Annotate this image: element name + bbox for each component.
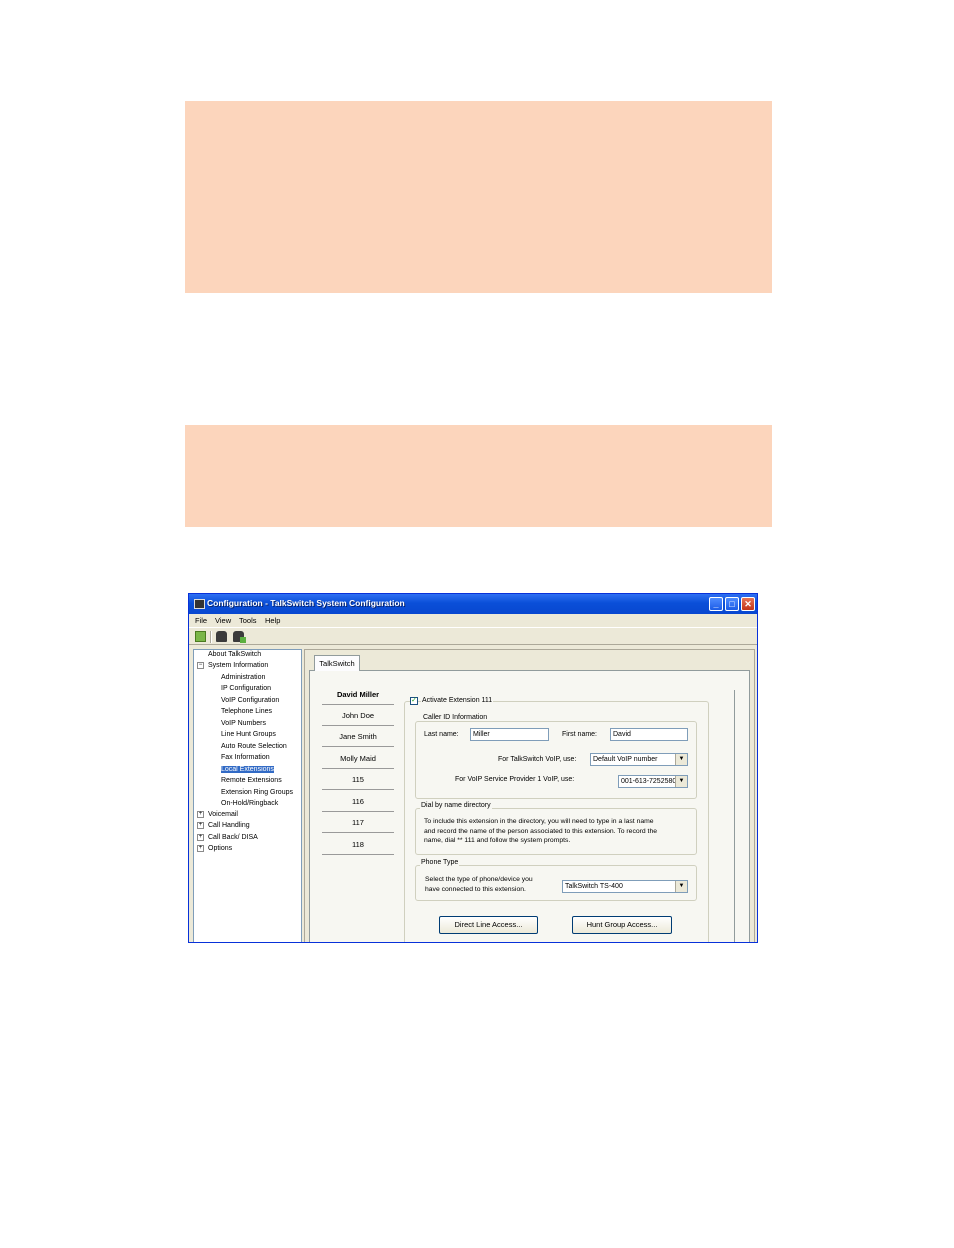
tree-item-on-hold-ringback[interactable]: On-Hold/Ringback bbox=[221, 799, 278, 808]
tree-item-options[interactable]: Options bbox=[208, 844, 232, 853]
tree-item-voip-configuration[interactable]: VoIP Configuration bbox=[221, 696, 279, 705]
first-name-input[interactable]: David bbox=[610, 728, 688, 741]
voip-provider-value: 001-613-7252580 bbox=[621, 778, 677, 785]
toolbar bbox=[189, 627, 757, 645]
extension-item-david-miller[interactable]: David Miller bbox=[322, 685, 394, 705]
toolbar-separator bbox=[210, 631, 212, 643]
tree-item-auto-route-selection[interactable]: Auto Route Selection bbox=[221, 742, 287, 751]
voip-provider-select[interactable]: 001-613-7252580 ▼ bbox=[618, 775, 688, 788]
phone-type-line-1: Select the type of phone/device you bbox=[425, 876, 533, 883]
extension-item-john-doe[interactable]: John Doe bbox=[322, 706, 394, 726]
window-title: Configuration - TalkSwitch System Config… bbox=[207, 598, 405, 608]
expand-icon[interactable]: + bbox=[197, 845, 204, 852]
menu-view[interactable]: View bbox=[215, 616, 231, 625]
minimize-button[interactable]: _ bbox=[709, 597, 723, 611]
tree-item-extension-ring-groups[interactable]: Extension Ring Groups bbox=[221, 788, 293, 797]
dial-by-name-line-3: name, dial ** 111 and follow the system … bbox=[424, 837, 571, 844]
maximize-button[interactable]: □ bbox=[725, 597, 739, 611]
dial-by-name-description: To include this extension in the directo… bbox=[424, 817, 657, 846]
dial-by-name-group-label: Dial by name directory bbox=[420, 802, 492, 809]
highlight-box-top bbox=[185, 101, 772, 293]
tree-item-about[interactable]: About TalkSwitch bbox=[208, 650, 261, 659]
dial-by-name-line-1: To include this extension in the directo… bbox=[424, 818, 654, 825]
tree-item-call-back-disa[interactable]: Call Back/ DISA bbox=[208, 833, 258, 842]
tree-item-line-hunt-groups[interactable]: Line Hunt Groups bbox=[221, 730, 276, 739]
highlight-box-middle bbox=[185, 425, 772, 527]
menu-help[interactable]: Help bbox=[265, 616, 280, 625]
voip-provider-label: For VoIP Service Provider 1 VoIP, use: bbox=[455, 776, 575, 783]
expand-icon[interactable]: + bbox=[197, 822, 204, 829]
chevron-down-icon[interactable]: ▼ bbox=[675, 776, 687, 787]
extension-item-116[interactable]: 116 bbox=[322, 792, 394, 812]
phone-type-description: Select the type of phone/device you have… bbox=[425, 875, 533, 894]
phone-type-line-2: have connected to this extension. bbox=[425, 885, 526, 893]
menu-tools[interactable]: Tools bbox=[239, 616, 257, 625]
phone-add-icon[interactable] bbox=[233, 631, 246, 643]
navigation-tree: About TalkSwitch − System Information Ad… bbox=[193, 649, 302, 942]
app-icon bbox=[194, 599, 205, 609]
tree-item-ip-configuration[interactable]: IP Configuration bbox=[221, 684, 271, 693]
phone-type-value: TalkSwitch TS-400 bbox=[565, 883, 623, 890]
last-name-label: Last name: bbox=[424, 731, 459, 738]
activate-extension-label: Activate Extension 111 bbox=[421, 697, 494, 704]
tree-item-call-handling[interactable]: Call Handling bbox=[208, 821, 250, 830]
extension-item-118[interactable]: 118 bbox=[322, 835, 394, 855]
configuration-window: Configuration - TalkSwitch System Config… bbox=[188, 593, 758, 943]
tree-item-remote-extensions[interactable]: Remote Extensions bbox=[221, 776, 282, 785]
extension-item-molly-maid[interactable]: Molly Maid bbox=[322, 749, 394, 769]
extension-item-jane-smith[interactable]: Jane Smith bbox=[322, 727, 394, 747]
tree-item-fax-information[interactable]: Fax Information bbox=[221, 753, 270, 762]
extension-item-117[interactable]: 117 bbox=[322, 813, 394, 833]
tab-talkswitch[interactable]: TalkSwitch bbox=[314, 655, 360, 671]
talkswitch-voip-label: For TalkSwitch VoIP, use: bbox=[498, 756, 577, 763]
tree-item-voip-numbers[interactable]: VoIP Numbers bbox=[221, 719, 266, 728]
phone-icon[interactable] bbox=[216, 631, 227, 642]
menu-bar: File View Tools Help bbox=[189, 614, 757, 627]
tree-item-local-extensions[interactable]: Local Extensions bbox=[221, 765, 274, 774]
tree-item-telephone-lines[interactable]: Telephone Lines bbox=[221, 707, 272, 716]
activate-extension-checkbox[interactable]: ✓ bbox=[410, 697, 418, 705]
talkswitch-voip-value: Default VoIP number bbox=[593, 756, 658, 763]
close-button[interactable]: ✕ bbox=[741, 597, 755, 611]
title-bar[interactable]: Configuration - TalkSwitch System Config… bbox=[189, 594, 757, 614]
dial-by-name-line-2: and record the name of the person associ… bbox=[424, 827, 657, 835]
first-name-label: First name: bbox=[562, 731, 598, 738]
tree-item-system-information[interactable]: System Information bbox=[208, 661, 268, 670]
last-name-input[interactable]: Miller bbox=[470, 728, 549, 741]
pane-divider bbox=[734, 690, 735, 942]
menu-file[interactable]: File bbox=[195, 616, 207, 625]
expand-icon[interactable]: + bbox=[197, 834, 204, 841]
extension-item-115[interactable]: 115 bbox=[322, 770, 394, 790]
user-icon[interactable] bbox=[195, 631, 206, 642]
tree-item-administration[interactable]: Administration bbox=[221, 673, 265, 682]
phone-type-select[interactable]: TalkSwitch TS-400 ▼ bbox=[562, 880, 688, 893]
phone-type-group-label: Phone Type bbox=[420, 859, 460, 866]
collapse-icon[interactable]: − bbox=[197, 662, 204, 669]
hunt-group-access-button[interactable]: Hunt Group Access... bbox=[572, 916, 672, 934]
direct-line-access-button[interactable]: Direct Line Access... bbox=[439, 916, 538, 934]
chevron-down-icon[interactable]: ▼ bbox=[675, 754, 687, 765]
tree-item-voicemail[interactable]: Voicemail bbox=[208, 810, 238, 819]
chevron-down-icon[interactable]: ▼ bbox=[675, 881, 687, 892]
talkswitch-voip-select[interactable]: Default VoIP number ▼ bbox=[590, 753, 688, 766]
caller-id-group-label: Caller ID Information bbox=[422, 714, 489, 721]
expand-icon[interactable]: + bbox=[197, 811, 204, 818]
